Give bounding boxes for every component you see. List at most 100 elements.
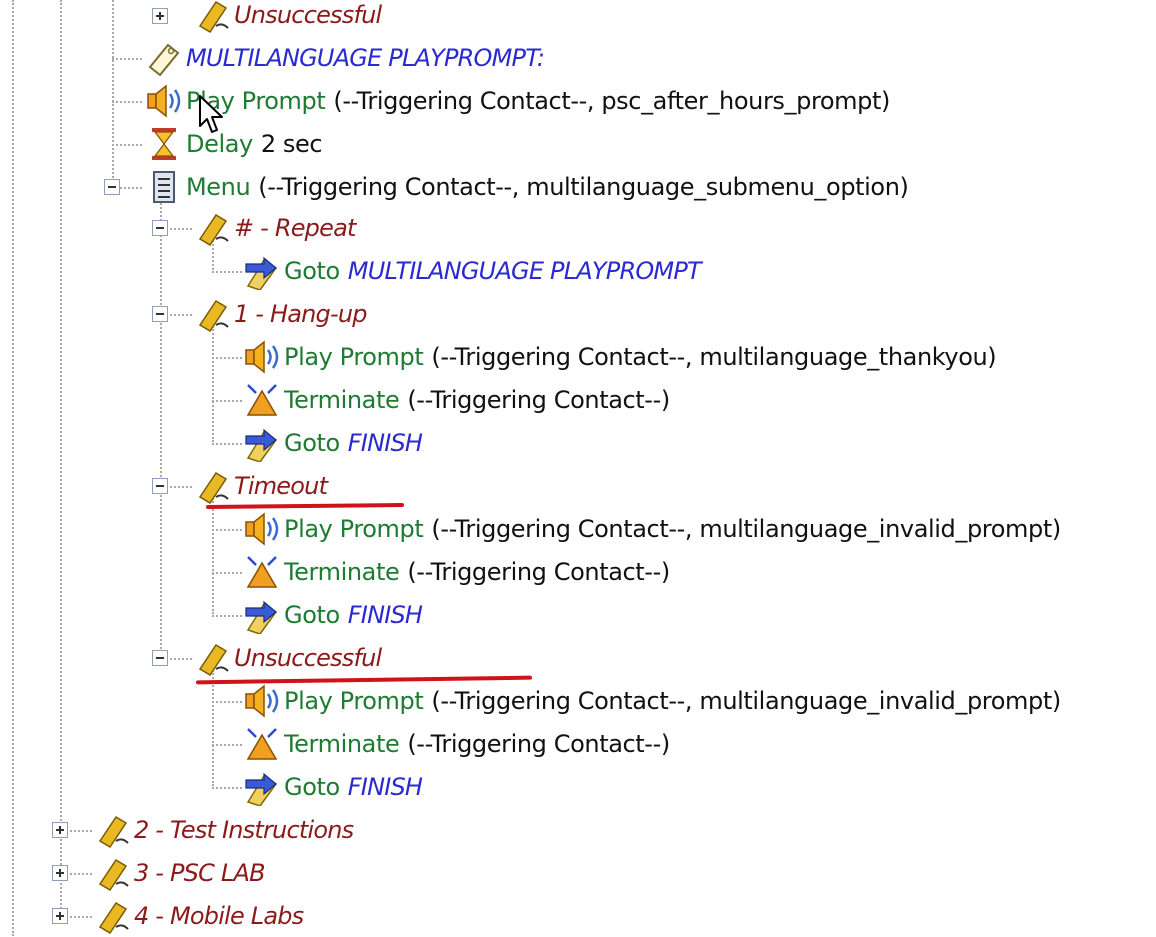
tree-guide-line [60, 0, 62, 920]
tree-node-goto[interactable]: Goto MULTILANGUAGE PLAYPROMPT [242, 250, 702, 292]
tree-node-menu[interactable]: Menu (--Triggering Contact--, multilangu… [144, 166, 909, 208]
root-label: 4 - Mobile Labs [134, 902, 304, 930]
tree-node-play-prompt[interactable]: Play Prompt (--Triggering Contact--, psc… [144, 80, 890, 122]
speaker-icon [144, 82, 184, 120]
tree-guide-line [212, 615, 242, 617]
tree-guide-line [12, 0, 14, 936]
tree-node-terminate[interactable]: Terminate (--Triggering Contact--) [242, 551, 670, 593]
step-args: (--Triggering Contact--, multilanguage_i… [431, 687, 1061, 715]
step-args: (--Triggering Contact--) [407, 558, 670, 586]
tree-guide-line [70, 916, 92, 918]
tree-guide-line [112, 101, 142, 103]
expand-toggle[interactable] [152, 8, 168, 24]
step-args: 2 sec [260, 130, 323, 158]
menu-icon [144, 168, 184, 206]
tree-node-branch-repeat[interactable]: # - Repeat [192, 207, 356, 249]
tag-label-icon [192, 467, 232, 505]
tree-guide-line [112, 0, 114, 190]
tree-guide-line [170, 486, 192, 488]
goto-target: FINISH [347, 601, 423, 629]
step-name: Terminate [284, 386, 400, 414]
tree-node-root-2[interactable]: 2 - Test Instructions [92, 809, 354, 851]
tree-guide-line [160, 200, 162, 660]
tree-node-goto[interactable]: Goto FINISH [242, 766, 423, 808]
collapse-toggle[interactable] [152, 220, 168, 236]
step-name: Play Prompt [284, 343, 424, 371]
step-args: (--Triggering Contact--, multilanguage_s… [258, 173, 909, 201]
section-label: MULTILANGUAGE PLAYPROMPT: [186, 44, 545, 72]
tree-guide-line [212, 670, 214, 786]
collapse-toggle[interactable] [152, 478, 168, 494]
tree-guide-line [112, 58, 142, 60]
root-label: 2 - Test Instructions [134, 816, 354, 844]
tree-node-root-4[interactable]: 4 - Mobile Labs [92, 895, 304, 937]
goto-arrow-icon [242, 768, 282, 806]
tree-guide-line [120, 187, 142, 189]
terminate-icon [242, 553, 282, 591]
tree-guide-line [212, 744, 242, 746]
step-name: Terminate [284, 730, 400, 758]
tree-guide-line [212, 326, 214, 442]
tree-node-delay[interactable]: Delay 2 sec [144, 123, 323, 165]
step-name: Play Prompt [284, 687, 424, 715]
speaker-icon [242, 338, 282, 376]
tag-label-icon [192, 0, 232, 34]
hourglass-icon [144, 125, 184, 163]
tag-label-icon [192, 209, 232, 247]
step-args: (--Triggering Contact--) [407, 730, 670, 758]
tree-guide-line [70, 830, 92, 832]
expand-toggle[interactable] [52, 822, 68, 838]
tree-guide-line [212, 443, 242, 445]
step-name: Terminate [284, 558, 400, 586]
goto-target: FINISH [347, 429, 423, 457]
tag-label-icon [92, 811, 132, 849]
tree-guide-line [170, 658, 192, 660]
step-args: (--Triggering Contact--, psc_after_hours… [333, 87, 890, 115]
tree-guide-line [212, 572, 242, 574]
tree-node-branch-unsuccessful[interactable]: Unsuccessful [192, 637, 382, 679]
tree-node-branch-hangup[interactable]: 1 - Hang-up [192, 293, 368, 335]
tree-node-terminate[interactable]: Terminate (--Triggering Contact--) [242, 723, 670, 765]
tree-guide-line [212, 701, 242, 703]
step-name: Menu [186, 173, 251, 201]
goto-arrow-icon [242, 252, 282, 290]
collapse-toggle[interactable] [152, 650, 168, 666]
speaker-icon [242, 682, 282, 720]
step-name: Goto [284, 773, 340, 801]
tree-node-play-prompt[interactable]: Play Prompt (--Triggering Contact--, mul… [242, 508, 1061, 550]
expand-toggle[interactable] [52, 865, 68, 881]
step-name: Goto [284, 429, 340, 457]
tree-guide-line [70, 873, 92, 875]
tree-guide-line [170, 314, 192, 316]
tree-guide-line [212, 357, 242, 359]
goto-target: FINISH [347, 773, 423, 801]
tag-label-icon [192, 639, 232, 677]
tree-node-play-prompt[interactable]: Play Prompt (--Triggering Contact--, mul… [242, 680, 1061, 722]
root-label: 3 - PSC LAB [134, 859, 266, 887]
label-outline-icon [144, 39, 184, 77]
tree-node-goto[interactable]: Goto FINISH [242, 422, 423, 464]
step-name: Play Prompt [284, 515, 424, 543]
tag-label-icon [92, 897, 132, 935]
step-args: (--Triggering Contact--) [407, 386, 670, 414]
tree-node-terminate[interactable]: Terminate (--Triggering Contact--) [242, 379, 670, 421]
goto-target: MULTILANGUAGE PLAYPROMPT [347, 257, 702, 285]
tree-node-unsuccessful-partial[interactable]: Unsuccessful [192, 0, 382, 36]
expand-toggle[interactable] [52, 908, 68, 924]
branch-label: Timeout [234, 472, 328, 500]
tree-guide-line [112, 144, 142, 146]
tree-node-play-prompt[interactable]: Play Prompt (--Triggering Contact--, mul… [242, 336, 997, 378]
terminate-icon [242, 725, 282, 763]
tree-node-goto[interactable]: Goto FINISH [242, 594, 423, 636]
collapse-toggle[interactable] [104, 179, 120, 195]
tree-guide-line [212, 787, 242, 789]
tree-guide-line [212, 529, 242, 531]
speaker-icon [242, 510, 282, 548]
tree-node-branch-timeout[interactable]: Timeout [192, 465, 328, 507]
collapse-toggle[interactable] [152, 306, 168, 322]
tree-node-root-3[interactable]: 3 - PSC LAB [92, 852, 266, 894]
branch-label: Unsuccessful [234, 644, 382, 672]
terminate-icon [242, 381, 282, 419]
tree-node-section-label[interactable]: MULTILANGUAGE PLAYPROMPT: [144, 37, 545, 79]
tree-guide-line [170, 228, 192, 230]
